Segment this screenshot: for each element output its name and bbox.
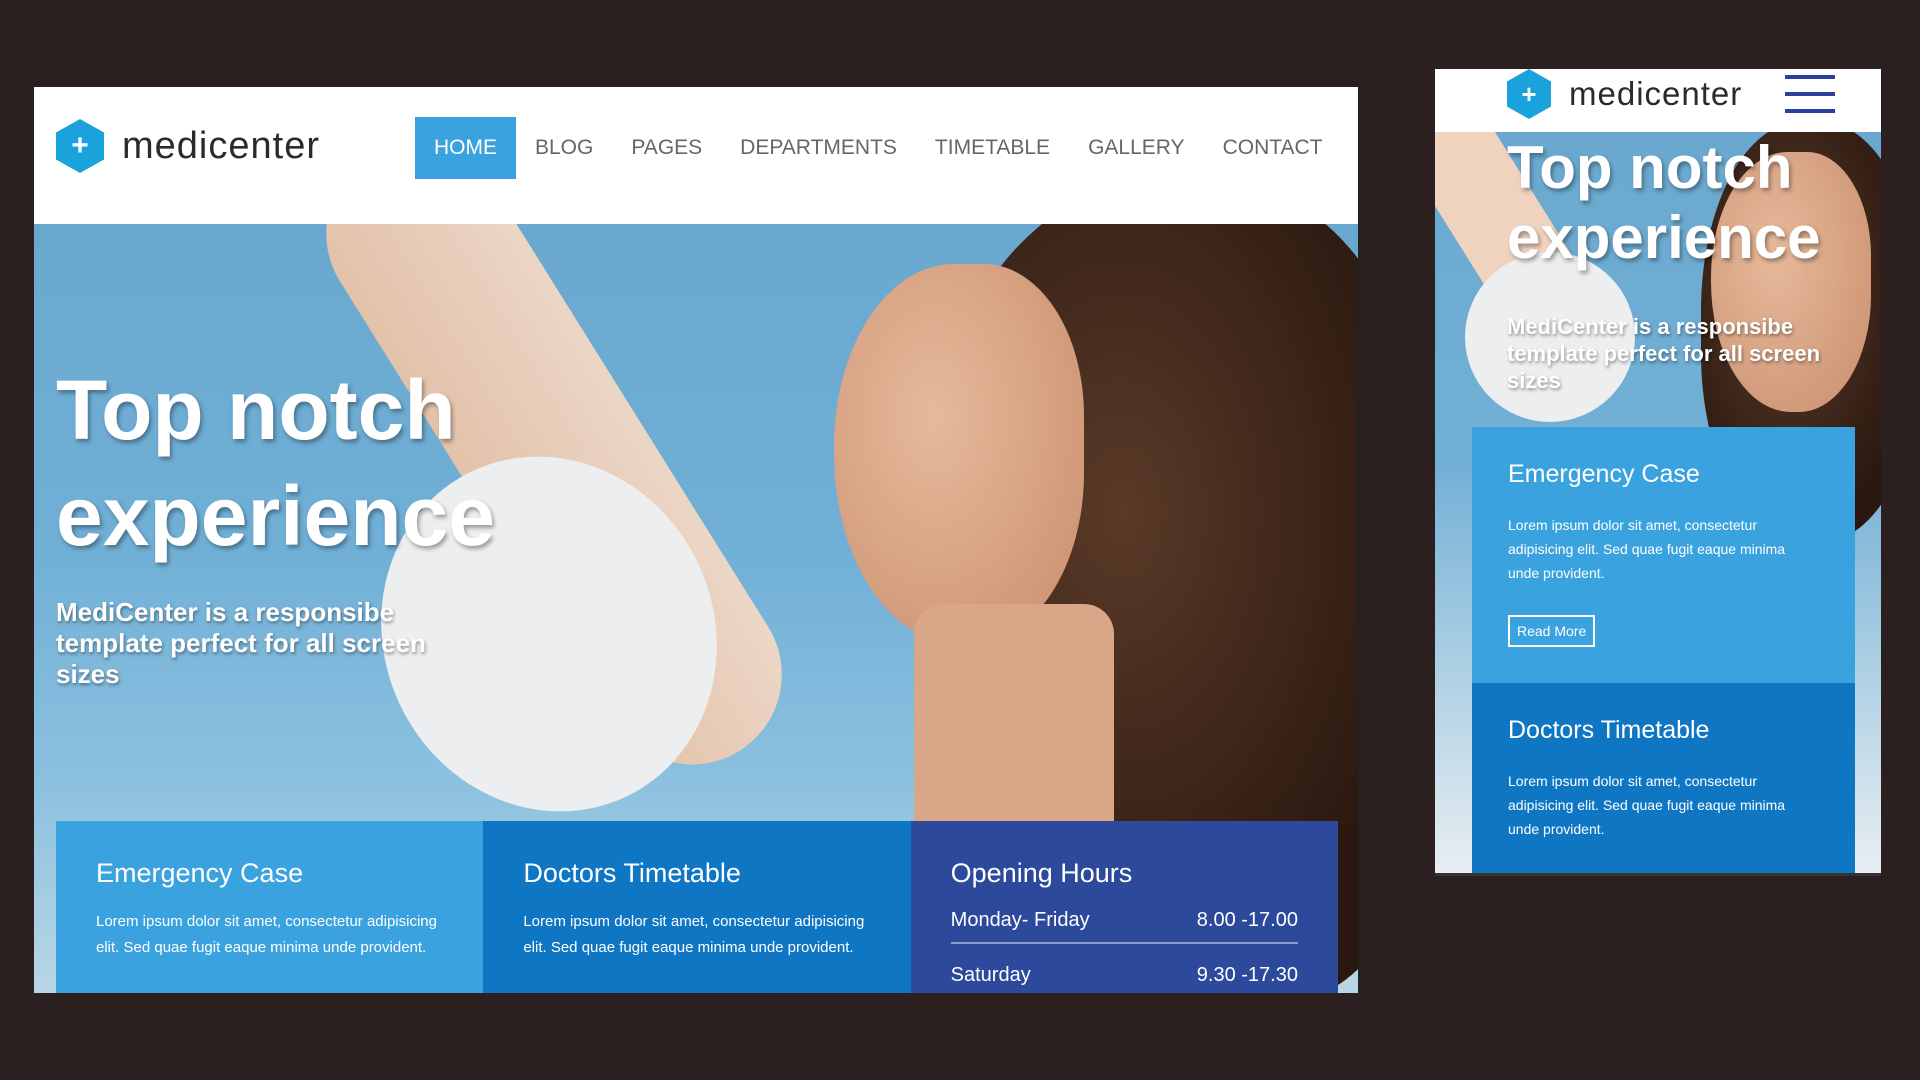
hours-day: Monday- Friday (950, 909, 1090, 931)
emergency-text: Lorem ipsum dolor sit amet, consectetur … (1508, 517, 1786, 581)
hamburger-menu-icon[interactable] (1785, 75, 1835, 113)
opening-hours-title: Opening Hours (950, 858, 1133, 888)
nav-home[interactable]: HOME (415, 117, 516, 179)
logo-text: medicenter (122, 124, 320, 167)
emergency-title: Emergency Case (96, 858, 304, 888)
read-more-button[interactable]: Read More (1508, 615, 1596, 647)
timetable-text: Lorem ipsum dolor sit amet, consectetur … (523, 913, 865, 956)
logo-text: medicenter (1569, 75, 1743, 112)
nav-departments[interactable]: DEPARTMENTS (721, 117, 916, 179)
nav-contact[interactable]: CONTACT (1204, 117, 1342, 179)
hero-title-line2: experience (56, 469, 495, 563)
hours-time: 9.30 -17.30 (1196, 964, 1298, 986)
hours-row: Monday- Friday 8.00 -17.00 (950, 909, 1298, 944)
hero-title-line2: experience (1507, 204, 1821, 271)
medical-cross-hex-icon: + (56, 119, 104, 173)
hero-title: Top notch experience (56, 357, 756, 569)
mobile-preview: + medicenter Top notch experience MediCe… (1435, 69, 1881, 876)
mobile-hero-title: Top notch experience (1507, 133, 1821, 273)
timetable-title: Doctors Timetable (1508, 716, 1710, 744)
nav-timetable[interactable]: TIMETABLE (916, 117, 1069, 179)
opening-hours-box: Opening Hours Monday- Friday 8.00 -17.00… (910, 821, 1338, 993)
emergency-box: Emergency Case Lorem ipsum dolor sit ame… (56, 821, 484, 993)
mobile-hero-subtitle: MediCenter is a responsibe template perf… (1507, 314, 1821, 393)
main-nav: HOME BLOG PAGES DEPARTMENTS TIMETABLE GA… (415, 117, 1342, 179)
hero-title-line1: Top notch (1507, 134, 1793, 201)
logo[interactable]: + medicenter (56, 119, 320, 173)
mobile-timetable-box: Doctors Timetable Lorem ipsum dolor sit … (1472, 683, 1855, 873)
nav-blog[interactable]: BLOG (516, 117, 612, 179)
medical-cross-hex-icon: + (1507, 69, 1551, 119)
desktop-preview: + medicenter HOME BLOG PAGES DEPARTMENTS… (34, 87, 1362, 993)
hero-title-line1: Top notch (56, 363, 456, 457)
info-boxes: Emergency Case Lorem ipsum dolor sit ame… (56, 821, 1338, 993)
hero-subtitle: MediCenter is a responsibe template perf… (56, 597, 426, 689)
timetable-box: Doctors Timetable Lorem ipsum dolor sit … (483, 821, 911, 993)
nav-pages[interactable]: PAGES (612, 117, 721, 179)
mobile-emergency-box: Emergency Case Lorem ipsum dolor sit ame… (1472, 427, 1855, 683)
site-header: + medicenter HOME BLOG PAGES DEPARTMENTS… (34, 87, 1362, 224)
timetable-title: Doctors Timetable (523, 858, 741, 888)
hours-day: Saturday (950, 964, 1031, 986)
emergency-text: Lorem ipsum dolor sit amet, consectetur … (96, 913, 437, 956)
hours-time: 8.00 -17.00 (1196, 909, 1298, 931)
emergency-title: Emergency Case (1508, 460, 1700, 488)
mobile-logo[interactable]: + medicenter (1507, 69, 1742, 119)
timetable-text: Lorem ipsum dolor sit amet, consectetur … (1508, 773, 1786, 837)
hours-row: Saturday 9.30 -17.30 (951, 964, 1298, 993)
nav-gallery[interactable]: GALLERY (1069, 117, 1204, 179)
mobile-header: + medicenter (1435, 69, 1881, 132)
